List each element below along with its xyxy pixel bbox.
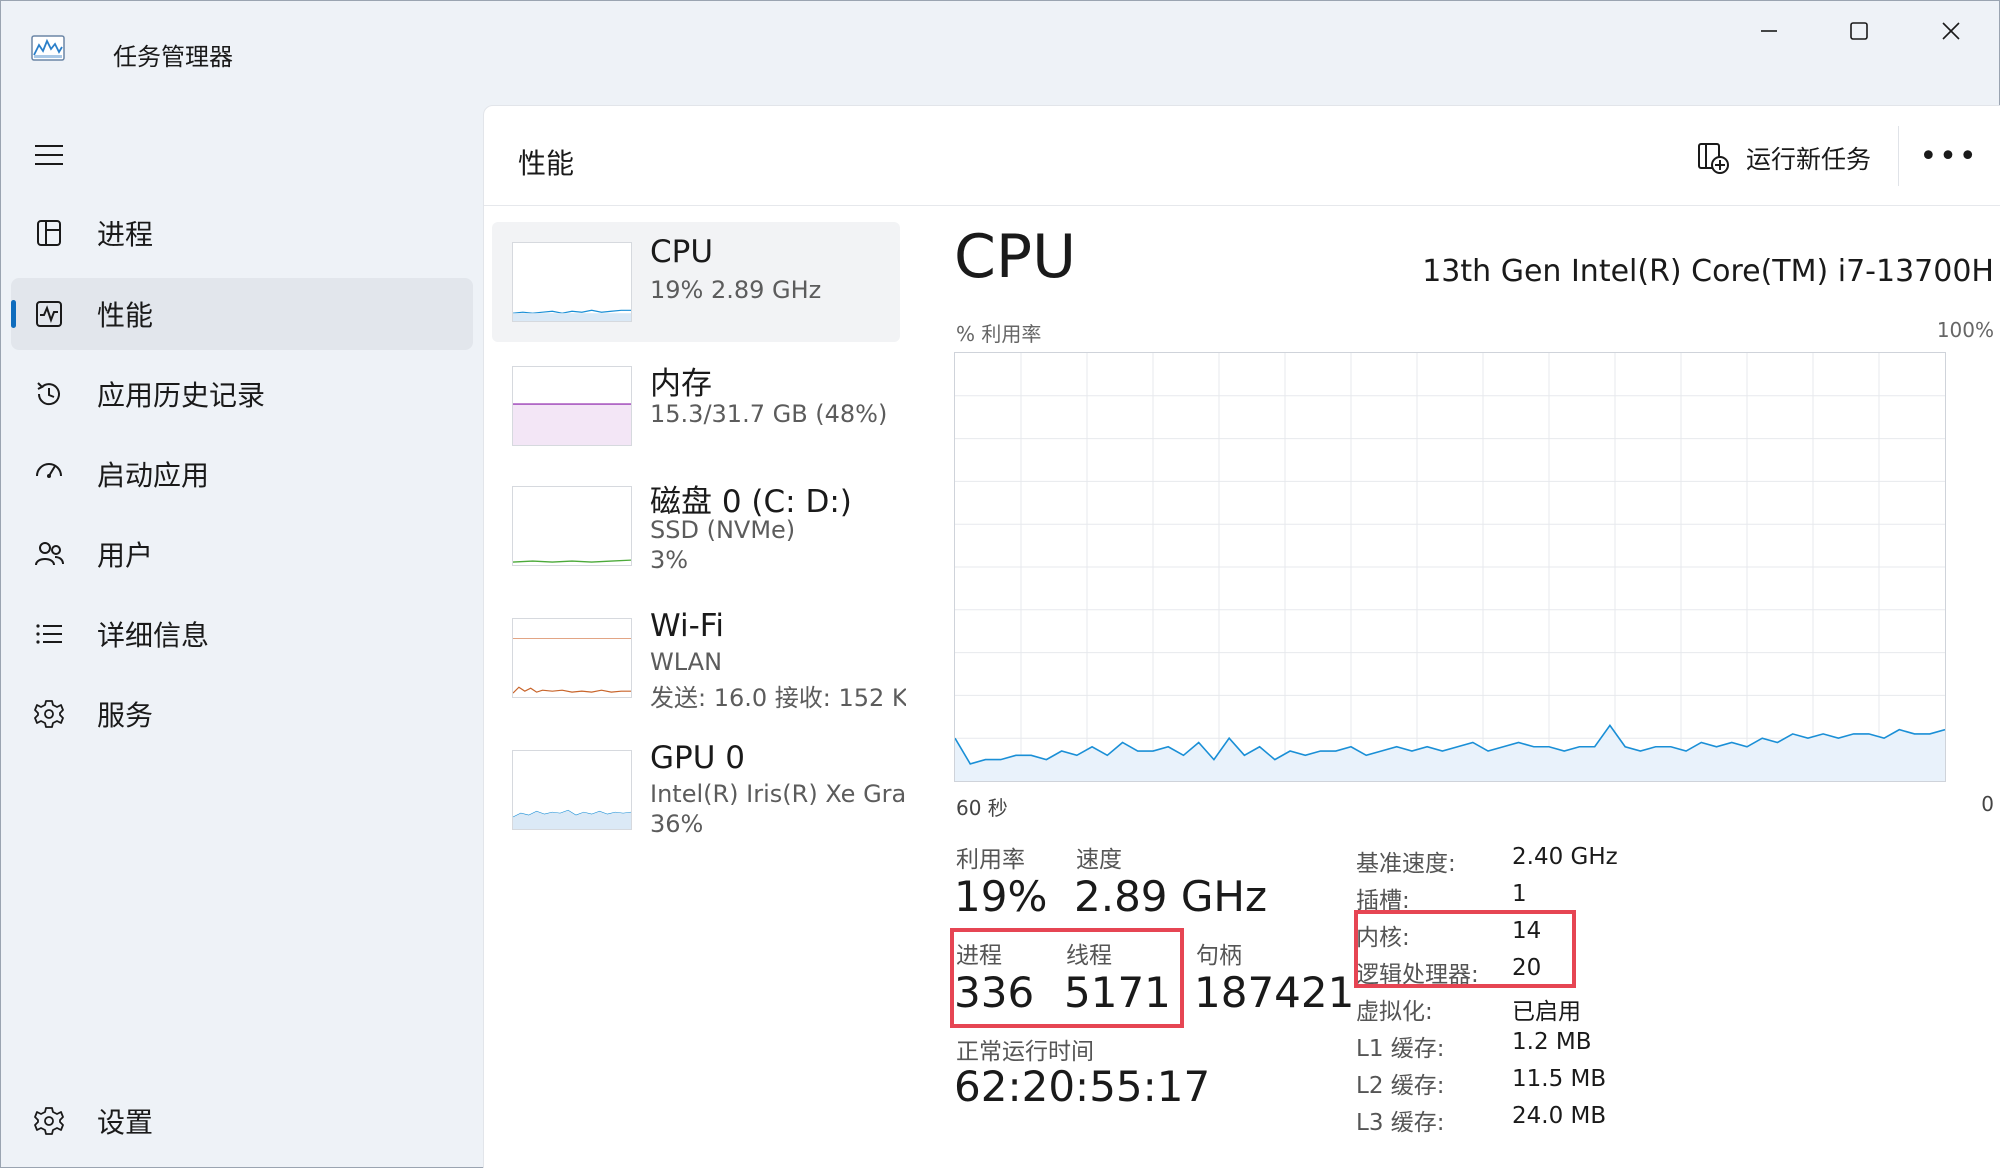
close-icon — [1942, 22, 1960, 40]
cpu-detail-pane: CPU 13th Gen Intel(R) Core(TM) i7-13700H… — [950, 222, 1994, 1162]
performance-chart-icon — [31, 35, 65, 61]
handles-value: 187421 — [1194, 968, 1355, 1017]
maximize-icon — [1850, 22, 1868, 40]
spec-value: 已启用 — [1512, 999, 1581, 1025]
device-subtitle: Intel(R) Iris(R) Xe Gra... — [650, 780, 906, 808]
utilization-label: 利用率 — [956, 847, 1025, 873]
spec-key: L2 缓存: — [1356, 1073, 1445, 1099]
spec-value: 1.2 MB — [1512, 1029, 1592, 1055]
performance-icon — [36, 301, 62, 327]
device-subtitle: SSD (NVMe) — [650, 516, 796, 544]
sidebar-item-details[interactable]: 详细信息 — [11, 598, 473, 670]
window-title: 任务管理器 — [113, 43, 233, 71]
device-subtitle-2: 发送: 16.0 接收: 152 Kbps — [650, 684, 906, 712]
sidebar-item-label: 应用历史记录 — [97, 379, 266, 412]
minimize-icon — [1761, 30, 1777, 32]
device-name: 磁盘 0 (C: D:) — [650, 484, 852, 520]
time-axis-end: 0 — [1981, 792, 1994, 816]
max-percent-label: 100% — [1936, 318, 1994, 342]
page-header: 性能 运行新任务 ••• — [484, 106, 2000, 206]
device-item-memory[interactable]: 内存 15.3/31.7 GB (48%) — [492, 346, 900, 466]
spec-value: 24.0 MB — [1512, 1103, 1607, 1129]
main-panel: 性能 运行新任务 ••• CPU 19% 2.89 GHz 内存 15.3/31… — [483, 105, 2000, 1168]
spec-value: 1 — [1512, 881, 1527, 907]
utilization-axis-label: % 利用率 — [956, 322, 1042, 346]
device-subtitle: WLAN — [650, 648, 723, 676]
device-subtitle-2: 36% — [650, 810, 704, 838]
services-gear-icon — [34, 700, 64, 728]
device-subtitle: 15.3/31.7 GB (48%) — [650, 400, 888, 428]
more-dots-icon: ••• — [1919, 138, 1979, 174]
new-task-icon — [1698, 143, 1729, 174]
device-item-disk[interactable]: 磁盘 0 (C: D:) SSD (NVMe) 3% — [492, 466, 900, 586]
gpu-thumbnail — [512, 750, 632, 830]
spec-key: L3 缓存: — [1356, 1110, 1445, 1136]
memory-thumbnail — [512, 366, 632, 446]
device-subtitle: 19% 2.89 GHz — [650, 276, 822, 304]
detail-title: CPU — [954, 222, 1076, 292]
spec-key: 虚拟化: — [1356, 999, 1433, 1025]
device-item-wifi[interactable]: Wi-Fi WLAN 发送: 16.0 接收: 152 Kbps — [492, 598, 906, 718]
sidebar-item-label: 进程 — [97, 218, 154, 251]
page-title: 性能 — [518, 147, 575, 180]
users-icon — [35, 542, 64, 566]
cpu-utilization-graph — [954, 352, 1946, 782]
handles-label: 句柄 — [1196, 943, 1242, 969]
disk-thumbnail — [512, 486, 632, 566]
device-item-cpu[interactable]: CPU 19% 2.89 GHz — [492, 222, 900, 342]
task-manager-window: 任务管理器 进程 性能 应用历史记录 启动应用 用户 详细信息 服务 设置 性能… — [0, 0, 2000, 1168]
details-list-icon — [36, 624, 62, 644]
header-divider — [1898, 126, 1899, 186]
sidebar-item-processes[interactable]: 进程 — [11, 197, 473, 269]
sidebar-item-settings[interactable]: 设置 — [11, 1085, 473, 1157]
history-icon — [37, 382, 60, 406]
time-axis-start: 60 秒 — [956, 796, 1008, 820]
run-new-task-label: 运行新任务 — [1746, 145, 1872, 174]
device-name: 内存 — [650, 366, 712, 402]
cpu-model: 13th Gen Intel(R) Core(TM) i7-13700H — [1422, 254, 1994, 289]
sidebar-item-users[interactable]: 用户 — [11, 518, 473, 590]
highlight-box-cores-logical — [1354, 910, 1576, 988]
spec-value: 11.5 MB — [1512, 1066, 1607, 1092]
uptime-label: 正常运行时间 — [956, 1039, 1094, 1065]
cpu-thumbnail — [512, 242, 632, 322]
hamburger-menu-icon[interactable] — [31, 137, 67, 173]
speed-value: 2.89 GHz — [1074, 872, 1268, 921]
sidebar-item-label: 用户 — [97, 539, 154, 572]
spec-key: L1 缓存: — [1356, 1036, 1445, 1062]
device-name: GPU 0 — [650, 740, 745, 776]
title-bar: 任务管理器 — [1, 1, 2000, 101]
sidebar-item-services[interactable]: 服务 — [11, 678, 473, 750]
sidebar-item-app-history[interactable]: 应用历史记录 — [11, 358, 473, 430]
sidebar-item-startup[interactable]: 启动应用 — [11, 438, 473, 510]
device-name: CPU — [650, 234, 714, 270]
more-options-button[interactable]: ••• — [1919, 136, 1976, 176]
sidebar-item-label: 服务 — [97, 699, 154, 732]
sidebar: 进程 性能 应用历史记录 启动应用 用户 详细信息 服务 设置 — [1, 101, 483, 1168]
run-new-task-button[interactable]: 运行新任务 — [1696, 136, 1871, 180]
close-button[interactable] — [1921, 11, 1981, 51]
highlight-box-processes-threads — [950, 928, 1184, 1028]
utilization-value: 19% — [954, 872, 1048, 921]
sidebar-item-label: 设置 — [97, 1106, 154, 1139]
device-name: Wi-Fi — [650, 608, 724, 644]
device-subtitle-2: 3% — [650, 546, 689, 574]
sidebar-item-label: 启动应用 — [97, 459, 210, 492]
spec-value: 2.40 GHz — [1512, 844, 1618, 870]
sidebar-item-label: 性能 — [97, 299, 154, 332]
minimize-button[interactable] — [1739, 11, 1799, 51]
sidebar-item-label: 详细信息 — [97, 619, 210, 652]
spec-key: 基准速度: — [1356, 851, 1456, 877]
wifi-thumbnail — [512, 618, 632, 698]
settings-gear-icon — [34, 1107, 64, 1135]
processes-icon — [37, 220, 61, 246]
sidebar-item-performance[interactable]: 性能 — [11, 278, 473, 350]
device-item-gpu[interactable]: GPU 0 Intel(R) Iris(R) Xe Gra... 36% — [492, 730, 906, 850]
startup-icon — [36, 463, 62, 478]
maximize-button[interactable] — [1829, 11, 1889, 51]
uptime-value: 62:20:55:17 — [954, 1062, 1211, 1111]
speed-label: 速度 — [1076, 847, 1122, 873]
